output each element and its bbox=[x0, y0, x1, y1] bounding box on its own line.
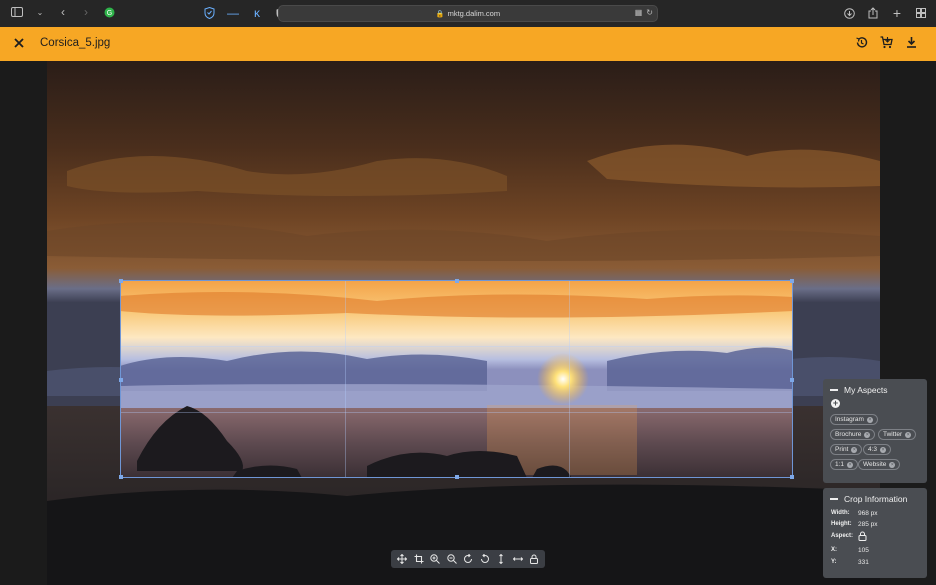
aspect-chip-label: Instagram bbox=[835, 416, 864, 423]
close-icon[interactable] bbox=[12, 36, 26, 50]
y-label: Y: bbox=[831, 559, 837, 565]
aspect-chip[interactable]: Instagram × bbox=[830, 414, 878, 425]
crop-handle-bottom[interactable] bbox=[455, 475, 459, 479]
flip-horizontal-icon[interactable] bbox=[512, 554, 523, 565]
aspect-chip[interactable]: 1:1 × bbox=[830, 459, 859, 470]
remove-icon[interactable]: × bbox=[851, 446, 858, 453]
aspect-chip[interactable]: Website × bbox=[858, 459, 901, 470]
shield-icon[interactable] bbox=[202, 6, 216, 20]
remove-icon[interactable]: × bbox=[864, 431, 871, 438]
remove-icon[interactable]: × bbox=[905, 431, 912, 438]
height-value: 285 px bbox=[858, 521, 878, 528]
aspect-chip-label: 1:1 bbox=[835, 461, 845, 468]
image-canvas[interactable] bbox=[47, 61, 880, 585]
add-aspect-button[interactable]: + bbox=[831, 399, 840, 408]
share-icon[interactable] bbox=[866, 6, 880, 20]
crop-grid-line bbox=[121, 412, 792, 413]
x-value: 105 bbox=[858, 547, 869, 554]
width-label: Width: bbox=[831, 510, 850, 516]
crop-grid-line bbox=[121, 346, 792, 347]
file-title: Corsica_5.jpg bbox=[40, 37, 111, 49]
chevron-down-icon[interactable]: ⌄ bbox=[33, 5, 47, 19]
aspect-chip[interactable]: Brochure × bbox=[830, 429, 876, 440]
remove-icon[interactable]: × bbox=[866, 416, 873, 423]
tool-extension-icon[interactable]: κ bbox=[250, 6, 264, 20]
image-toolbar bbox=[391, 550, 545, 568]
tab-overview-icon[interactable] bbox=[914, 6, 928, 20]
remove-icon[interactable]: × bbox=[880, 446, 887, 453]
aspect-chip-label: Brochure bbox=[835, 431, 862, 438]
back-arrow-icon[interactable]: ‹ bbox=[56, 5, 70, 19]
crop-handle-top[interactable] bbox=[455, 279, 459, 283]
translate-icon[interactable]: ▦ bbox=[635, 8, 643, 17]
lock-icon: 🔒 bbox=[435, 10, 445, 18]
forward-arrow-icon[interactable]: › bbox=[79, 5, 93, 19]
cart-icon[interactable] bbox=[880, 36, 893, 49]
downloads-icon[interactable] bbox=[842, 6, 856, 20]
width-value: 968 px bbox=[858, 510, 878, 517]
aspects-panel: My Aspects + Instagram × Brochure × Twitte… bbox=[823, 379, 927, 483]
crop-info-title: Crop Information bbox=[844, 494, 908, 504]
rotate-left-icon[interactable] bbox=[463, 554, 474, 565]
sidebar-toggle-icon[interactable] bbox=[10, 5, 24, 19]
lock-icon[interactable] bbox=[529, 554, 540, 565]
aspect-chip-label: Print bbox=[835, 446, 849, 453]
y-value: 331 bbox=[858, 559, 869, 566]
crop-handle-bottom-left[interactable] bbox=[119, 475, 123, 479]
crop-info-panel: Crop Information Width: 968 px Height: 2… bbox=[823, 488, 927, 578]
zoom-in-icon[interactable] bbox=[430, 554, 441, 565]
crop-handle-top-left[interactable] bbox=[119, 279, 123, 283]
aspect-chip-label: 4:3 bbox=[868, 446, 878, 453]
crop-grid-line bbox=[345, 281, 346, 477]
aspects-panel-title: My Aspects bbox=[844, 385, 888, 395]
crop-selection[interactable] bbox=[119, 279, 794, 479]
url-text: mktg.dalim.com bbox=[447, 9, 501, 18]
reload-icon[interactable]: ↻ bbox=[646, 8, 653, 17]
address-bar[interactable]: 🔒 mktg.dalim.com ▦ ↻ bbox=[278, 5, 658, 22]
new-tab-icon[interactable]: + bbox=[890, 5, 904, 21]
browser-toolbar: ⌄ ‹ › G — κ 🔒 mktg.dalim.com ▦ ↻ + bbox=[0, 0, 936, 27]
crop-handle-right[interactable] bbox=[790, 378, 794, 382]
collapse-icon[interactable] bbox=[830, 389, 838, 391]
aspect-chip[interactable]: 4:3 × bbox=[863, 444, 892, 455]
crop-icon[interactable] bbox=[413, 554, 424, 565]
aspect-lock-icon[interactable] bbox=[858, 531, 867, 543]
minus-extension-icon[interactable]: — bbox=[226, 6, 240, 20]
x-label: X: bbox=[831, 547, 837, 553]
crop-handle-left[interactable] bbox=[119, 378, 123, 382]
flip-vertical-icon[interactable] bbox=[496, 554, 507, 565]
aspect-label: Aspect: bbox=[831, 533, 854, 539]
download-icon[interactable] bbox=[905, 36, 918, 49]
aspect-chip[interactable]: Print × bbox=[830, 444, 863, 455]
zoom-out-icon[interactable] bbox=[446, 554, 457, 565]
aspect-chip-label: Twitter bbox=[883, 431, 903, 438]
extension-icon[interactable]: G bbox=[102, 5, 116, 19]
aspect-chip[interactable]: Twitter × bbox=[878, 429, 917, 440]
crop-grid-line bbox=[569, 281, 570, 477]
move-icon[interactable] bbox=[397, 554, 408, 565]
svg-text:G: G bbox=[106, 10, 111, 17]
remove-icon[interactable]: × bbox=[889, 461, 896, 468]
height-label: Height: bbox=[831, 521, 852, 527]
collapse-icon[interactable] bbox=[830, 498, 838, 500]
history-icon[interactable] bbox=[855, 36, 868, 49]
crop-handle-top-right[interactable] bbox=[790, 279, 794, 283]
app-header: Corsica_5.jpg bbox=[0, 27, 936, 61]
remove-icon[interactable]: × bbox=[847, 461, 854, 468]
aspect-chip-label: Website bbox=[863, 461, 887, 468]
crop-handle-bottom-right[interactable] bbox=[790, 475, 794, 479]
rotate-right-icon[interactable] bbox=[479, 554, 490, 565]
